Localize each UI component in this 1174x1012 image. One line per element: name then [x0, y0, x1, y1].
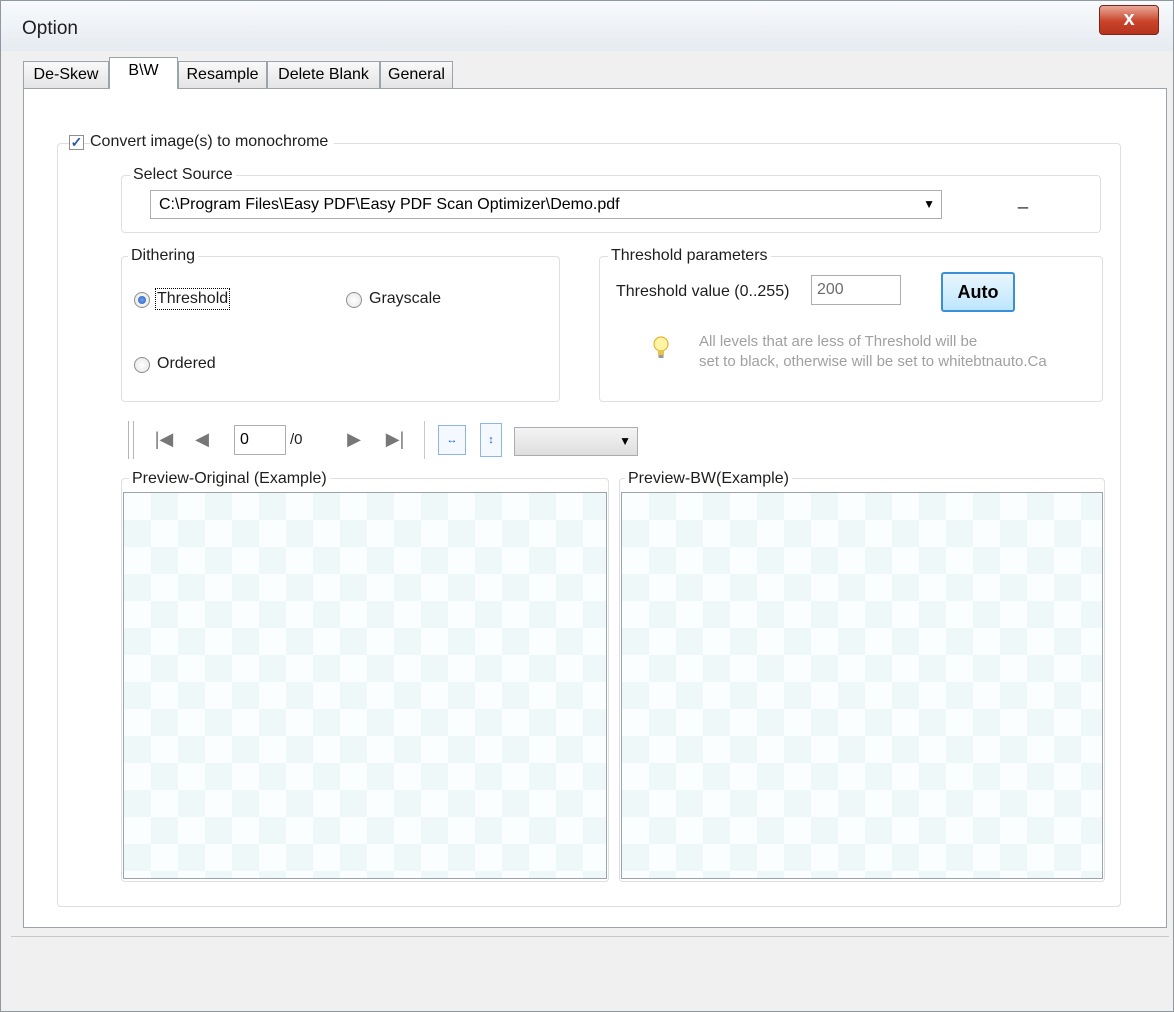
toolbar-grip	[128, 421, 132, 459]
tab-resample[interactable]: Resample	[178, 61, 267, 88]
last-page-icon[interactable]: ▶|	[380, 427, 410, 451]
source-path-combo[interactable]: C:\Program Files\Easy PDF\Easy PDF Scan …	[150, 190, 942, 219]
threshold-hint-line-1: All levels that are less of Threshold wi…	[699, 333, 978, 350]
fit-height-icon[interactable]: ↕	[480, 423, 502, 457]
auto-button[interactable]: Auto	[941, 272, 1015, 312]
page-number-input[interactable]: 0	[234, 425, 286, 455]
lightbulb-icon	[653, 336, 669, 358]
chevron-down-icon: ▼	[923, 197, 935, 211]
window-title: Option	[22, 18, 78, 39]
ordered-radio-label[interactable]: Ordered	[157, 355, 216, 373]
convert-label[interactable]: Convert image(s) to monochrome	[90, 133, 335, 151]
page-total: /0	[290, 431, 303, 448]
source-extra-button[interactable]: _	[1018, 189, 1028, 210]
toolbar-grip	[133, 421, 137, 459]
dialog-footer	[11, 936, 1169, 1007]
grayscale-radio-label[interactable]: Grayscale	[369, 290, 441, 308]
threshold-value-input[interactable]: 200	[811, 275, 901, 305]
title-bar: Option x	[1, 1, 1173, 51]
preview-original-canvas[interactable]	[123, 492, 607, 879]
fit-width-icon[interactable]: ↔	[438, 425, 466, 455]
tab-general[interactable]: General	[380, 61, 453, 88]
tab-de-skew[interactable]: De-Skew	[23, 61, 109, 88]
bw-tab-panel: ✓ Convert image(s) to monochrome Select …	[23, 88, 1167, 928]
chevron-down-icon: ▼	[619, 434, 631, 448]
source-path-value: C:\Program Files\Easy PDF\Easy PDF Scan …	[159, 196, 620, 213]
threshold-radio-label[interactable]: Threshold	[154, 288, 231, 310]
first-page-icon[interactable]: |◀	[150, 427, 178, 451]
threshold-value-label: Threshold value (0..255)	[616, 283, 790, 300]
next-page-icon[interactable]: ▶	[342, 427, 366, 451]
convert-checkbox[interactable]: ✓	[69, 135, 84, 150]
grayscale-radio[interactable]	[346, 292, 362, 308]
toolbar-separator	[424, 421, 425, 459]
dithering-group	[121, 256, 560, 402]
select-source-legend: Select Source	[130, 166, 236, 184]
dithering-legend: Dithering	[128, 247, 199, 265]
tab-delete-blank[interactable]: Delete Blank	[267, 61, 380, 88]
close-button[interactable]: x	[1099, 5, 1159, 35]
previous-page-icon[interactable]: ◀	[190, 427, 214, 451]
option-dialog: Option x De-Skew B\W Resample Delete Bla…	[0, 0, 1174, 1012]
preview-bw-canvas[interactable]	[621, 492, 1103, 879]
zoom-select[interactable]: ▼	[514, 427, 638, 456]
threshold-parameters-legend: Threshold parameters	[608, 247, 771, 265]
threshold-radio[interactable]	[134, 292, 150, 308]
tab-bw[interactable]: B\W	[109, 57, 178, 89]
threshold-hint-line-2: set to black, otherwise will be set to w…	[699, 353, 1047, 370]
ordered-radio[interactable]	[134, 357, 150, 373]
preview-bw-legend: Preview-BW(Example)	[625, 470, 792, 488]
preview-original-legend: Preview-Original (Example)	[129, 470, 330, 488]
